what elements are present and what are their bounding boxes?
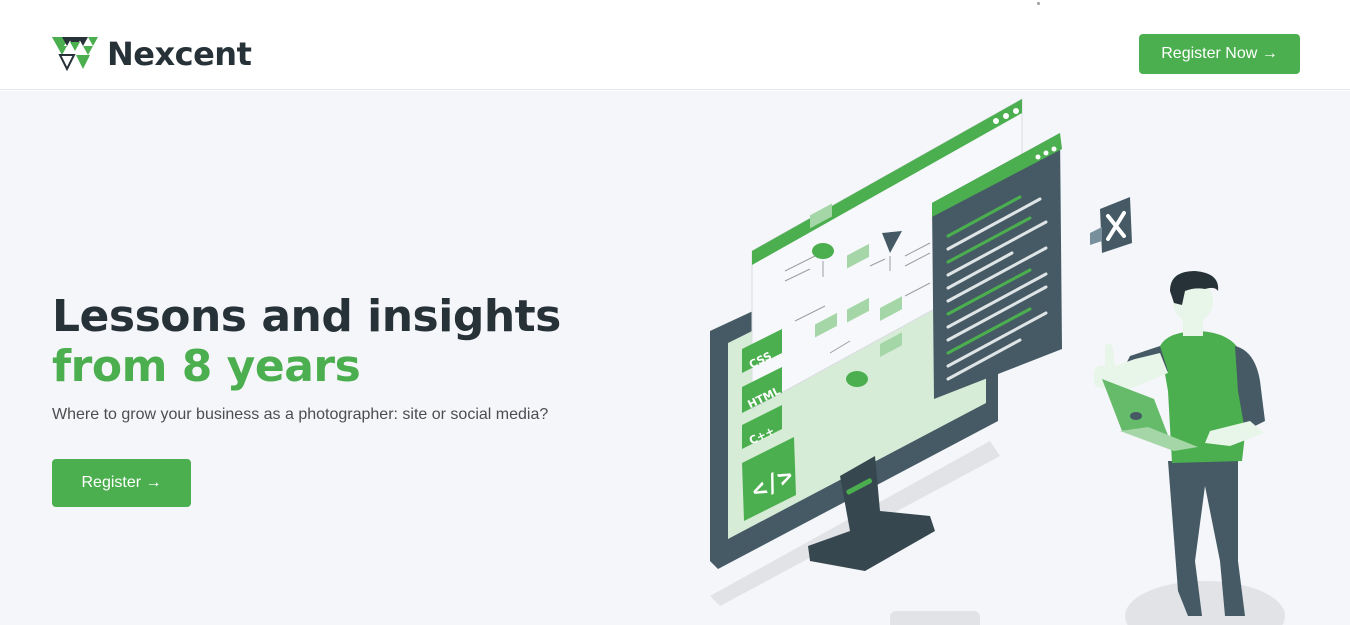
hero-section: Lessons and insights from 8 years Where … [0, 91, 1350, 625]
nexcent-logo-icon [52, 37, 98, 71]
person-with-laptop [1093, 271, 1265, 616]
headline-line-2: from 8 years [52, 341, 361, 392]
close-tile-icon [1090, 197, 1132, 253]
headline-line-1: Lessons and insights [52, 291, 561, 342]
hero-subtitle: Where to grow your business as a photogr… [52, 406, 549, 423]
brand-name: Nexcent [107, 35, 252, 73]
register-now-button[interactable]: Register Now → [1139, 34, 1300, 74]
developer-illustration: CSS HTML C++ </> [710, 98, 1285, 625]
logo[interactable]: Nexcent [52, 35, 252, 73]
navbar: Nexcent Register Now → [0, 0, 1350, 90]
decorative-dot [1037, 2, 1040, 5]
hero-headline: Lessons and insights from 8 years [52, 292, 561, 392]
register-button[interactable]: Register → [52, 459, 191, 507]
